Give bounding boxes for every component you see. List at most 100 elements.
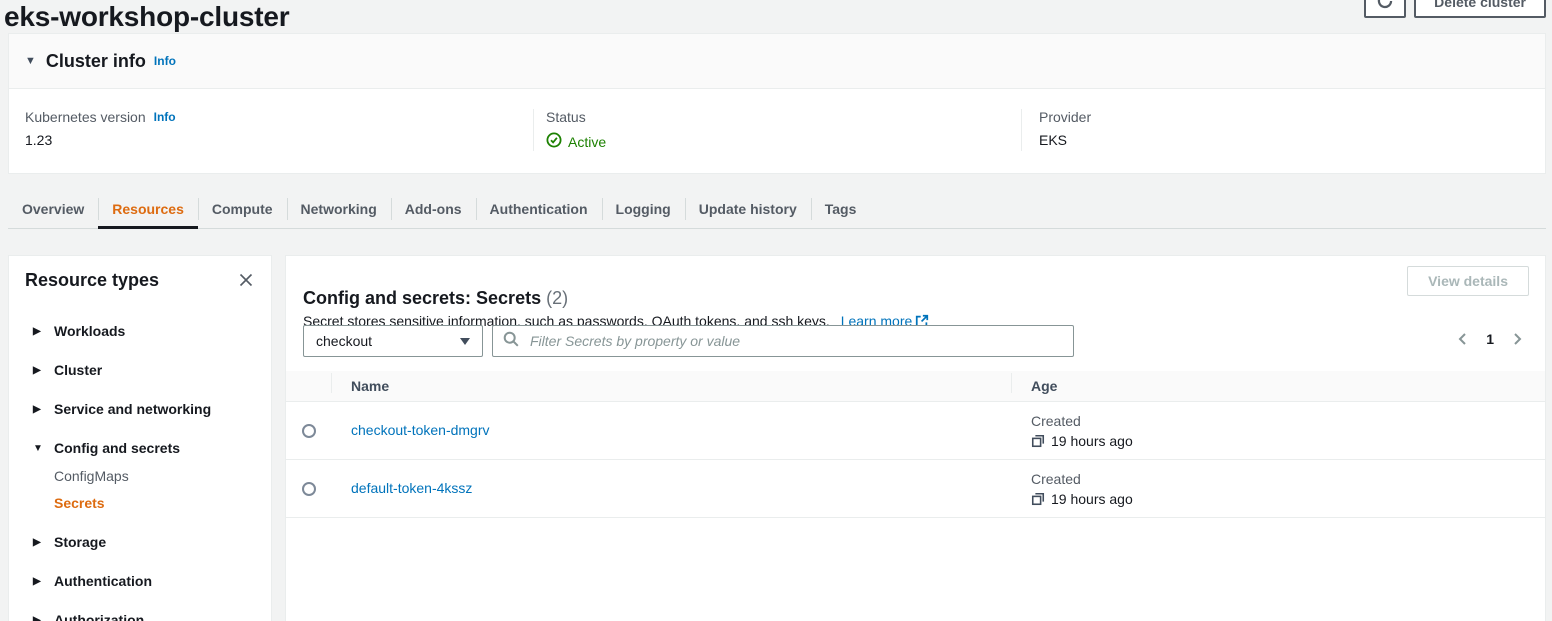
resource-group-service-networking: ▶ Service and networking bbox=[33, 398, 259, 421]
provider-value: EKS bbox=[1039, 132, 1529, 148]
page: eks-workshop-cluster Delete cluster ▼ Cl… bbox=[0, 0, 1552, 621]
refresh-button[interactable] bbox=[1364, 0, 1406, 18]
resource-group-workloads: ▶ Workloads bbox=[33, 320, 259, 343]
chevron-down-icon: ▼ bbox=[33, 437, 44, 460]
field-status: Status Active bbox=[533, 109, 1021, 151]
tab-update-history[interactable]: Update history bbox=[685, 190, 811, 228]
chevron-right-icon: ▶ bbox=[33, 531, 44, 554]
status-check-icon bbox=[546, 132, 562, 151]
age-value: 19 hours ago bbox=[1051, 433, 1133, 449]
copy-icon[interactable] bbox=[1031, 492, 1045, 506]
kubernetes-version-value: 1.23 bbox=[25, 132, 533, 148]
table-row: default-token-4kssz Created 19 hours ag bbox=[286, 460, 1545, 518]
tab-logging[interactable]: Logging bbox=[602, 190, 685, 228]
search-box bbox=[492, 325, 1074, 357]
kubernetes-version-label: Kubernetes version bbox=[25, 109, 146, 125]
close-panel-button[interactable] bbox=[235, 269, 257, 291]
cluster-info-expander[interactable]: ▼ Cluster info Info bbox=[9, 34, 1545, 89]
age-cell: Created 19 hours ago bbox=[1031, 462, 1545, 516]
sidebar-item-service-and-networking[interactable]: ▶ Service and networking bbox=[33, 398, 259, 421]
sidebar-item-label: Config and secrets bbox=[54, 437, 180, 460]
sidebar-item-label: Cluster bbox=[54, 359, 102, 382]
chevron-right-icon: ▶ bbox=[33, 609, 44, 621]
created-label: Created bbox=[1031, 413, 1545, 429]
tab-tags[interactable]: Tags bbox=[811, 190, 871, 228]
tab-authentication[interactable]: Authentication bbox=[476, 190, 602, 228]
secrets-count: (2) bbox=[546, 288, 568, 308]
sidebar-item-label: Service and networking bbox=[54, 398, 211, 421]
search-icon bbox=[503, 331, 519, 352]
sidebar-item-label: Workloads bbox=[54, 320, 125, 343]
sidebar-item-cluster[interactable]: ▶ Cluster bbox=[33, 359, 259, 382]
table-row: checkout-token-dmgrv Created 19 hours a bbox=[286, 402, 1545, 460]
row-radio-button[interactable] bbox=[302, 424, 316, 438]
tab-overview[interactable]: Overview bbox=[8, 190, 98, 228]
cluster-info-card: ▼ Cluster info Info Kubernetes version I… bbox=[8, 33, 1546, 174]
kubernetes-version-info-link[interactable]: Info bbox=[154, 110, 176, 124]
tab-resources[interactable]: Resources bbox=[98, 190, 198, 228]
secret-name-link[interactable]: default-token-4kssz bbox=[351, 480, 472, 496]
cluster-info-info-link[interactable]: Info bbox=[154, 54, 176, 68]
sidebar-item-storage[interactable]: ▶ Storage bbox=[33, 531, 259, 554]
provider-label: Provider bbox=[1039, 109, 1091, 125]
resource-group-authentication: ▶ Authentication bbox=[33, 570, 259, 593]
tab-networking[interactable]: Networking bbox=[287, 190, 391, 228]
filter-dropdown[interactable]: checkout bbox=[303, 325, 483, 357]
resource-types-title: Resource types bbox=[25, 270, 159, 291]
secret-name-link[interactable]: checkout-token-dmgrv bbox=[351, 422, 490, 438]
search-input[interactable] bbox=[528, 332, 1063, 350]
tab-add-ons[interactable]: Add-ons bbox=[391, 190, 476, 228]
copy-icon[interactable] bbox=[1031, 434, 1045, 448]
chevron-right-icon bbox=[1509, 335, 1525, 350]
status-badge: Active bbox=[546, 132, 1021, 151]
status-label: Status bbox=[546, 109, 586, 125]
page-title: eks-workshop-cluster bbox=[4, 1, 289, 33]
resource-type-list: ▶ Workloads ▶ Cluster ▶ Service and netw… bbox=[9, 320, 271, 621]
sidebar-item-authorization[interactable]: ▶ Authorization bbox=[33, 609, 259, 621]
row-radio-button[interactable] bbox=[302, 482, 316, 496]
age-cell: Created 19 hours ago bbox=[1031, 404, 1545, 458]
created-label: Created bbox=[1031, 471, 1545, 487]
header-actions: Delete cluster bbox=[1364, 0, 1546, 18]
secrets-title-text: Config and secrets: Secrets bbox=[303, 288, 541, 308]
sidebar-item-authentication[interactable]: ▶ Authentication bbox=[33, 570, 259, 593]
refresh-icon bbox=[1376, 0, 1394, 13]
name-column-header: Name bbox=[331, 378, 1011, 394]
field-kubernetes-version: Kubernetes version Info 1.23 bbox=[25, 109, 533, 151]
resource-group-authorization: ▶ Authorization bbox=[33, 609, 259, 621]
cluster-tabs: Overview Resources Compute Networking Ad… bbox=[8, 190, 1546, 229]
chevron-right-icon: ▶ bbox=[33, 320, 44, 343]
delete-cluster-button[interactable]: Delete cluster bbox=[1414, 0, 1546, 18]
previous-page-button[interactable] bbox=[1453, 329, 1473, 349]
sidebar-item-config-and-secrets[interactable]: ▼ Config and secrets bbox=[33, 437, 259, 460]
cluster-info-fields: Kubernetes version Info 1.23 Status Acti… bbox=[9, 89, 1545, 151]
next-page-button[interactable] bbox=[1507, 329, 1527, 349]
sidebar-item-label: Authorization bbox=[54, 609, 144, 621]
chevron-right-icon: ▶ bbox=[33, 398, 44, 421]
resource-group-config-secrets: ▼ Config and secrets ConfigMaps Secrets bbox=[33, 437, 259, 515]
secrets-panel: Config and secrets: Secrets (2) View det… bbox=[285, 255, 1546, 621]
sidebar-item-configmaps[interactable]: ConfigMaps bbox=[54, 465, 259, 488]
chevron-right-icon: ▶ bbox=[33, 359, 44, 382]
pagination: 1 bbox=[1453, 329, 1527, 349]
age-column-header: Age bbox=[1011, 378, 1545, 394]
sidebar-item-workloads[interactable]: ▶ Workloads bbox=[33, 320, 259, 343]
filter-dropdown-value: checkout bbox=[316, 333, 372, 349]
secrets-table: Name Age checkout-token-dmgrv Created bbox=[286, 371, 1545, 518]
sidebar-item-label: Storage bbox=[54, 531, 106, 554]
view-details-button[interactable]: View details bbox=[1407, 266, 1529, 296]
close-icon bbox=[239, 275, 253, 290]
config-secrets-sublist: ConfigMaps Secrets bbox=[33, 465, 259, 515]
tab-compute[interactable]: Compute bbox=[198, 190, 287, 228]
age-value: 19 hours ago bbox=[1051, 491, 1133, 507]
page-number[interactable]: 1 bbox=[1486, 331, 1494, 347]
chevron-left-icon bbox=[1455, 335, 1471, 350]
table-header-row: Name Age bbox=[286, 371, 1545, 402]
secrets-title: Config and secrets: Secrets (2) bbox=[303, 281, 568, 309]
sidebar-item-secrets[interactable]: Secrets bbox=[54, 492, 259, 515]
chevron-right-icon: ▶ bbox=[33, 570, 44, 593]
collapse-triangle-icon: ▼ bbox=[25, 55, 36, 67]
cluster-info-title: Cluster info bbox=[46, 51, 146, 72]
resource-types-panel: Resource types ▶ Workloads ▶ Cluste bbox=[8, 255, 272, 621]
resource-types-header: Resource types bbox=[9, 256, 271, 291]
